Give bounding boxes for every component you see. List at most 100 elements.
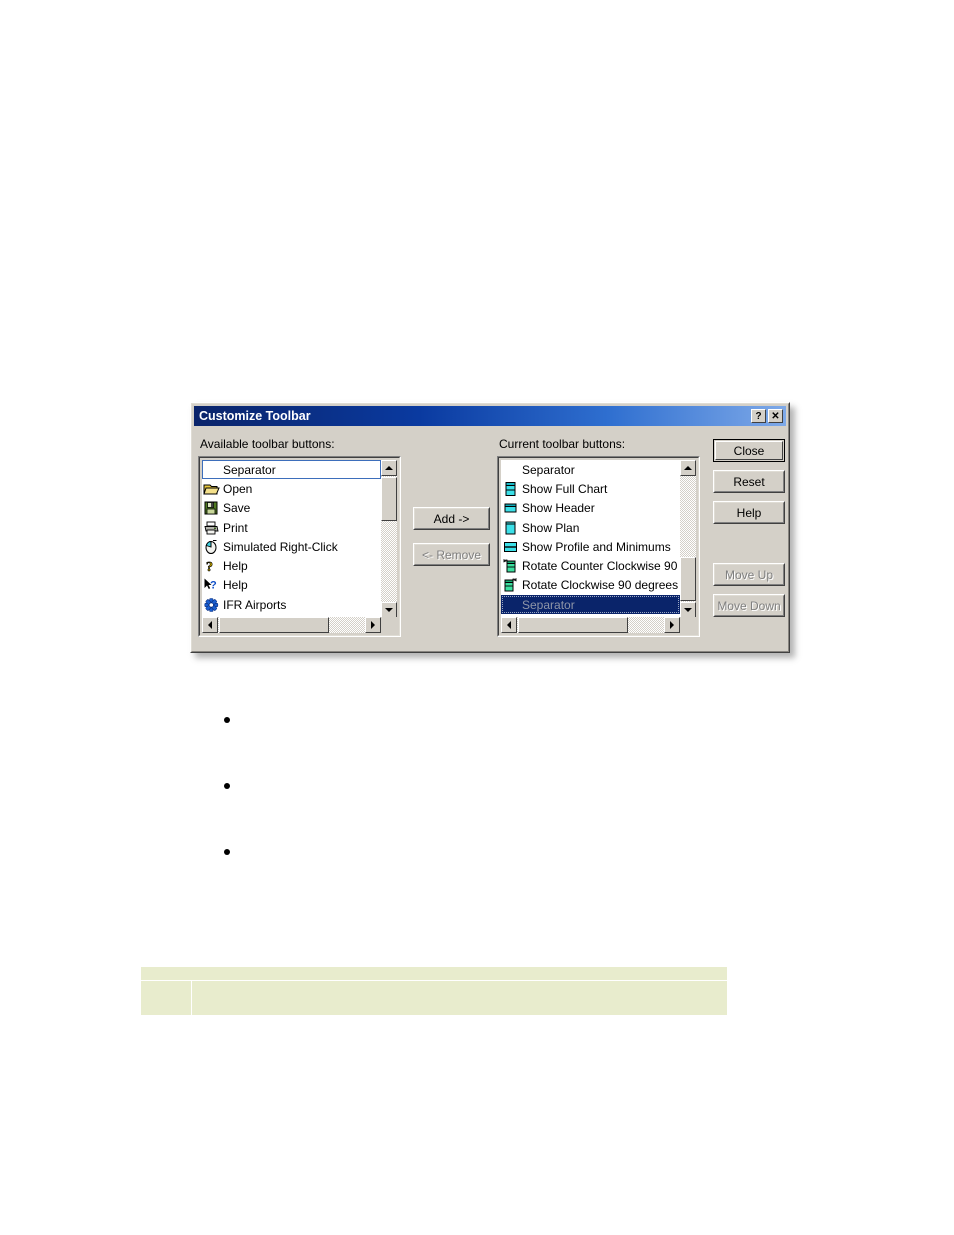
scroll-left-button[interactable] bbox=[202, 617, 218, 633]
close-button[interactable]: Close bbox=[713, 439, 785, 462]
plan-icon bbox=[502, 520, 519, 536]
move-up-button-label: Move Up bbox=[724, 567, 774, 582]
list-item-help-question[interactable]: ? Help bbox=[202, 556, 381, 575]
add-button-label: Add -> bbox=[433, 511, 470, 526]
current-list-horizontal-scrollbar[interactable] bbox=[501, 617, 680, 633]
scroll-thumb[interactable] bbox=[518, 617, 628, 633]
available-list-vertical-scrollbar[interactable] bbox=[381, 460, 397, 618]
printer-icon bbox=[203, 520, 220, 536]
list-item-label: Print bbox=[223, 520, 248, 535]
list-item-help-arrow[interactable]: ? Help bbox=[202, 576, 381, 595]
content-table bbox=[140, 966, 728, 1016]
current-list-items[interactable]: Separator Show Full Chart Show Header Sh… bbox=[501, 460, 680, 618]
scroll-up-button[interactable] bbox=[381, 460, 397, 476]
arrow-question-icon: ? bbox=[203, 577, 220, 593]
profile-minimums-icon bbox=[502, 539, 519, 555]
list-item-label: IFR Airports bbox=[223, 597, 287, 612]
list-item-show-profile-and-minimums[interactable]: Show Profile and Minimums bbox=[501, 537, 680, 556]
scroll-right-button[interactable] bbox=[365, 617, 381, 633]
list-item-separator[interactable]: Separator bbox=[501, 460, 680, 479]
close-button-label: Close bbox=[733, 443, 765, 458]
scrollbar-corner bbox=[680, 617, 696, 633]
titlebar-close-icon[interactable]: ✕ bbox=[768, 409, 783, 423]
header-icon bbox=[502, 500, 519, 516]
scroll-left-button[interactable] bbox=[501, 617, 517, 633]
scroll-right-button[interactable] bbox=[664, 617, 680, 633]
help-button-label: Help bbox=[736, 505, 762, 520]
available-list-horizontal-scrollbar[interactable] bbox=[202, 617, 381, 633]
question-mark-icon: ? bbox=[203, 558, 220, 574]
list-item-open[interactable]: Open bbox=[202, 479, 381, 498]
list-item-label: Show Profile and Minimums bbox=[522, 539, 671, 554]
table-row bbox=[140, 966, 728, 981]
list-item-label: Show Plan bbox=[522, 520, 580, 535]
svg-text:?: ? bbox=[210, 580, 217, 592]
list-item-label: Separator bbox=[522, 462, 575, 477]
list-item-save[interactable]: Save bbox=[202, 499, 381, 518]
list-item-label: Separator bbox=[522, 597, 575, 612]
remove-button[interactable]: <- Remove bbox=[413, 543, 490, 566]
list-item-label: Help bbox=[223, 559, 248, 574]
bullet-list bbox=[210, 708, 730, 906]
bullet-icon bbox=[224, 783, 230, 789]
scroll-up-button[interactable] bbox=[680, 460, 696, 476]
list-item-label: Separator bbox=[223, 462, 276, 477]
list-item-separator-selected[interactable]: Separator bbox=[501, 595, 680, 615]
rotate-cw-icon bbox=[502, 577, 519, 593]
list-item-label: Show Full Chart bbox=[522, 481, 608, 496]
available-toolbar-buttons-list[interactable]: Separator Open Save Print Simulated Righ… bbox=[198, 456, 401, 637]
scroll-thumb[interactable] bbox=[381, 477, 397, 521]
bullet-icon bbox=[224, 717, 230, 723]
blue-gear-icon bbox=[203, 597, 220, 613]
titlebar-help-icon[interactable]: ? bbox=[751, 409, 766, 423]
scroll-thumb[interactable] bbox=[219, 617, 329, 633]
customize-toolbar-dialog: Customize Toolbar ? ✕ Available toolbar … bbox=[190, 402, 790, 653]
list-item-label: Simulated Right-Click bbox=[223, 539, 338, 554]
table-row bbox=[140, 980, 728, 1016]
list-item-rotate-clockwise[interactable]: Rotate Clockwise 90 degrees bbox=[501, 576, 680, 595]
list-item bbox=[210, 840, 730, 906]
list-item bbox=[210, 774, 730, 840]
available-list-label: Available toolbar buttons: bbox=[200, 437, 335, 451]
move-down-button[interactable]: Move Down bbox=[713, 594, 785, 617]
move-down-button-label: Move Down bbox=[717, 598, 781, 613]
add-button[interactable]: Add -> bbox=[413, 507, 490, 530]
help-button[interactable]: Help bbox=[713, 501, 785, 524]
rotate-ccw-icon bbox=[502, 558, 519, 574]
list-item-separator[interactable]: Separator bbox=[202, 460, 381, 480]
available-list-items[interactable]: Separator Open Save Print Simulated Righ… bbox=[202, 460, 381, 618]
list-item-show-full-chart[interactable]: Show Full Chart bbox=[501, 479, 680, 498]
list-item-rotate-counter-clockwise[interactable]: Rotate Counter Clockwise 90 bbox=[501, 556, 680, 575]
dialog-titlebar[interactable]: Customize Toolbar ? ✕ bbox=[194, 406, 786, 426]
list-item-label: Rotate Clockwise 90 degrees bbox=[522, 578, 679, 593]
scroll-down-button[interactable] bbox=[680, 602, 696, 618]
svg-text:?: ? bbox=[206, 560, 213, 574]
current-list-vertical-scrollbar[interactable] bbox=[680, 460, 696, 618]
scroll-thumb[interactable] bbox=[680, 557, 696, 601]
floppy-disk-icon bbox=[203, 500, 220, 516]
move-up-button[interactable]: Move Up bbox=[713, 563, 785, 586]
list-item-print[interactable]: Print bbox=[202, 518, 381, 537]
remove-button-label: <- Remove bbox=[421, 547, 482, 562]
list-item-ifr-airports[interactable]: IFR Airports bbox=[202, 595, 381, 614]
table-cell bbox=[140, 966, 728, 981]
current-list-label: Current toolbar buttons: bbox=[499, 437, 626, 451]
scrollbar-corner bbox=[381, 617, 397, 633]
reset-button[interactable]: Reset bbox=[713, 470, 785, 493]
list-item-label: Help bbox=[223, 578, 248, 593]
mouse-icon bbox=[203, 539, 220, 555]
current-toolbar-buttons-list[interactable]: Separator Show Full Chart Show Header Sh… bbox=[497, 456, 700, 637]
table-cell bbox=[140, 980, 192, 1016]
list-item-show-header[interactable]: Show Header bbox=[501, 499, 680, 518]
list-item-label: Show Header bbox=[522, 501, 595, 516]
dialog-title: Customize Toolbar bbox=[199, 409, 311, 423]
list-item-simulated-right-click[interactable]: Simulated Right-Click bbox=[202, 537, 381, 556]
open-folder-icon bbox=[203, 481, 220, 497]
list-item-label: Save bbox=[223, 501, 251, 516]
bullet-icon bbox=[224, 849, 230, 855]
scroll-down-button[interactable] bbox=[381, 602, 397, 618]
list-item-show-plan[interactable]: Show Plan bbox=[501, 518, 680, 537]
full-chart-icon bbox=[502, 481, 519, 497]
table-cell bbox=[191, 980, 728, 1016]
reset-button-label: Reset bbox=[733, 474, 765, 489]
